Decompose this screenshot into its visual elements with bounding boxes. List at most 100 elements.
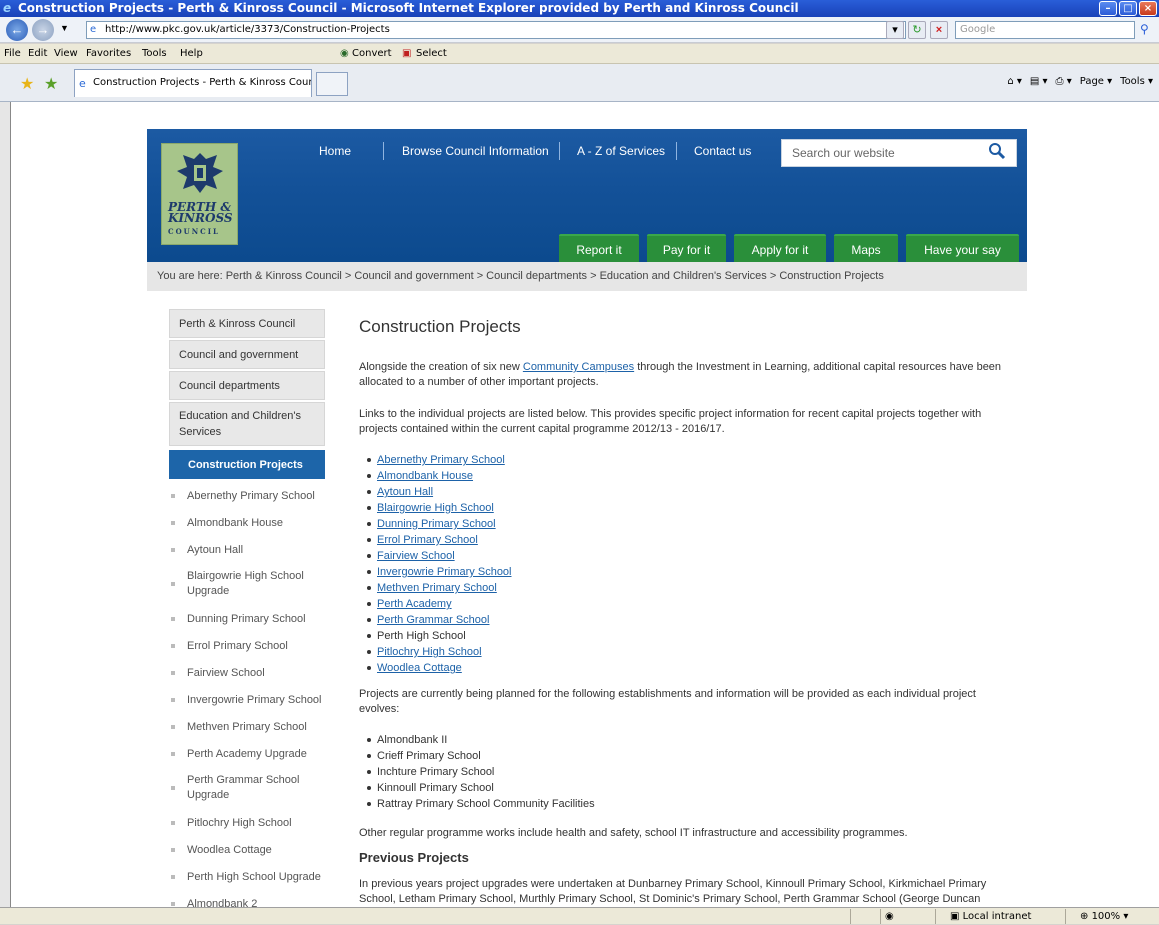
sidebar-subitem[interactable]: Blairgowrie High School Upgrade [169,563,325,605]
favorites-star-icon[interactable]: ★ [20,74,34,94]
bullet-icon [367,586,371,591]
close-button[interactable]: × [1139,1,1157,16]
tab-pay-for-it[interactable]: Pay for it [647,234,726,262]
menu-file[interactable]: File [4,44,21,64]
maximize-button[interactable]: □ [1119,1,1137,16]
recent-pages-dropdown-icon[interactable]: ▼ [60,23,69,33]
project-list-item[interactable]: Almondbank House [367,470,473,483]
search-icon[interactable]: ⚲ [1140,22,1149,36]
address-bar: ← → ▼ e http://www.pkc.gov.uk/article/33… [0,17,1159,43]
sidebar-item-construction-projects[interactable]: Construction Projects [169,450,325,479]
sidebar-item-council-government[interactable]: Council and government [169,340,325,369]
home-icon[interactable]: ⌂ ▾ [1007,76,1022,87]
page-menu[interactable]: Page ▾ [1080,76,1112,87]
sidebar-subitem[interactable]: Errol Primary School [169,632,325,659]
select-button[interactable]: Select [416,44,447,64]
project-list-item[interactable]: Blairgowrie High School [367,502,494,515]
menu-tools[interactable]: Tools [142,44,167,64]
council-logo[interactable]: PERTH & KINROSS COUNCIL [161,143,238,245]
intro-paragraph: Alongside the creation of six new Commun… [359,361,1002,388]
planned-paragraph: Projects are currently being planned for… [359,688,976,715]
project-list-item[interactable]: Woodlea Cottage [367,662,462,675]
planned-list-item: Kinnoull Primary School [367,782,494,795]
bullet-icon [171,582,175,586]
project-list-item[interactable]: Perth Academy [367,598,452,611]
sidebar-subitem[interactable]: Abernethy Primary School [169,483,325,509]
sidebar-subitem[interactable]: Woodlea Cottage [169,836,325,863]
nav-home[interactable]: Home [319,144,351,158]
bullet-icon [367,634,371,639]
project-list-item[interactable]: Dunning Primary School [367,518,496,531]
print-icon[interactable]: ⎙ ▾ [1056,76,1072,87]
privacy-icon[interactable]: ◉ [880,909,935,924]
bullet-icon [171,547,175,552]
security-zone: ▣ Local intranet [935,909,1065,924]
select-icon: ▣ [402,48,412,59]
tools-menu[interactable]: Tools ▾ [1120,76,1153,87]
project-list-item[interactable]: Abernethy Primary School [367,454,505,467]
stop-icon[interactable]: × [930,21,948,39]
address-dropdown-icon[interactable]: ▾ [886,21,904,39]
sidebar-item-education-childrens-services[interactable]: Education and Children's Services [169,402,325,446]
forward-arrow-icon[interactable]: → [32,19,54,41]
nav-browse-council-information[interactable]: Browse Council Information [402,144,549,158]
sidebar-subitem[interactable]: Perth Grammar School Upgrade [169,767,325,809]
zoom-level[interactable]: ⊕ 100% ▾ [1065,909,1159,924]
add-favorite-icon[interactable]: ★ [44,74,58,94]
bullet-icon [367,538,371,543]
menu-favorites[interactable]: Favorites [86,44,131,64]
sidebar-subitem[interactable]: Methven Primary School [169,713,325,740]
menu-edit[interactable]: Edit [28,44,47,64]
tab-report-it[interactable]: Report it [559,234,639,262]
intranet-icon: ▣ [950,911,963,922]
page-viewport: PERTH & KINROSS COUNCIL Home Browse Coun… [10,102,1159,907]
url-field[interactable]: e http://www.pkc.gov.uk/article/3373/Con… [86,21,906,39]
refresh-icon[interactable]: ↻ [908,21,926,39]
menu-view[interactable]: View [54,44,78,64]
sidebar-item-perth-kinross-council[interactable]: Perth & Kinross Council [169,309,325,338]
sidebar-subitem[interactable]: Fairview School [169,659,325,686]
sidebar-subitem[interactable]: Almondbank House [169,509,325,536]
tab-have-your-say[interactable]: Have your say [906,234,1019,262]
sidebar-subitem[interactable]: Almondbank 2 [169,890,325,907]
menu-help[interactable]: Help [180,44,203,64]
browser-search-input[interactable]: Google [955,21,1135,39]
project-list-item[interactable]: Errol Primary School [367,534,478,547]
sidebar-subitem[interactable]: Pitlochry High School [169,809,325,836]
sidebar-subitem[interactable]: Invergowrie Primary School [169,686,325,713]
minimize-button[interactable]: – [1099,1,1117,16]
project-list-item[interactable]: Methven Primary School [367,582,497,595]
project-list-item[interactable]: Pitlochry High School [367,646,482,659]
sidebar-subitem[interactable]: Dunning Primary School [169,605,325,632]
council-crest-icon [177,153,223,193]
previous-projects-paragraph: In previous years project upgrades were … [359,878,987,905]
convert-button[interactable]: Convert [352,44,392,64]
project-list-item: Perth High School [367,630,466,643]
links-paragraph: Links to the individual projects are lis… [359,408,982,435]
feeds-icon[interactable]: ▤ ▾ [1030,76,1048,87]
new-tab-button[interactable] [316,72,348,96]
nav-a-z-services[interactable]: A - Z of Services [577,144,665,158]
project-list-item[interactable]: Perth Grammar School [367,614,489,627]
bullet-icon [171,786,175,790]
bullet-icon [367,738,371,743]
project-list-item[interactable]: Aytoun Hall [367,486,433,499]
status-bar: ◉ ▣ Local intranet ⊕ 100% ▾ [0,907,1159,924]
sidebar-item-council-departments[interactable]: Council departments [169,371,325,400]
tab-construction-projects[interactable]: e Construction Projects - Perth & Kinros… [74,69,312,97]
nav-contact-us[interactable]: Contact us [694,144,751,158]
project-list-item[interactable]: Invergowrie Primary School [367,566,512,579]
back-arrow-icon[interactable]: ← [6,19,28,41]
tab-label: Construction Projects - Perth & Kinross … [93,77,312,88]
logo-text-council: COUNCIL [168,227,220,236]
sidebar-subitem[interactable]: Perth High School Upgrade [169,863,325,890]
window-title-bar: e Construction Projects - Perth & Kinros… [0,0,1159,17]
tab-maps[interactable]: Maps [834,234,898,262]
project-list-item[interactable]: Fairview School [367,550,455,563]
sidebar-subitem[interactable]: Aytoun Hall [169,536,325,563]
search-icon[interactable] [988,142,1006,160]
tab-apply-for-it[interactable]: Apply for it [734,234,826,262]
sidebar-subitem[interactable]: Perth Academy Upgrade [169,740,325,767]
site-search-input[interactable]: Search our website [781,139,1017,167]
community-campuses-link[interactable]: Community Campuses [523,361,634,373]
